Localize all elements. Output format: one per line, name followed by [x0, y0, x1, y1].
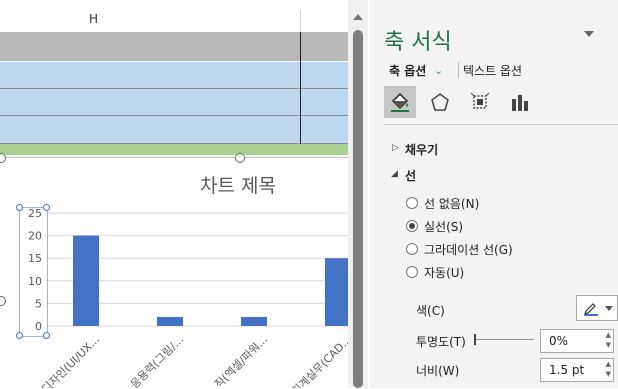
spin-down-icon[interactable]: ▼ — [606, 341, 611, 349]
spin-up-icon[interactable]: ▲ — [606, 331, 611, 339]
radio-button[interactable] — [406, 197, 418, 209]
collapse-right-icon[interactable]: ▷ — [392, 143, 399, 153]
label-transparency: 투명도(T) — [416, 335, 466, 349]
sheet-row-blue-1[interactable] — [0, 62, 348, 89]
paint-bucket-icon — [391, 92, 409, 112]
x-tick-label: 응용력(그림/... — [128, 333, 186, 388]
x-tick-label: (회계실무(CAD... — [286, 333, 348, 388]
spin-up-icon[interactable]: ▲ — [606, 360, 611, 368]
radio-gradient-line[interactable]: 그라데이션 선(G) — [406, 240, 513, 258]
bar[interactable] — [325, 258, 348, 326]
dropdown-arrow-icon — [605, 306, 613, 311]
bar-chart-icon — [512, 95, 528, 111]
bar[interactable] — [73, 235, 99, 326]
outline-color-button[interactable] — [576, 295, 618, 321]
radio-label: 자동(U) — [424, 265, 465, 280]
spin-down-icon[interactable]: ▼ — [606, 370, 611, 378]
axis-handle-br[interactable] — [43, 332, 50, 339]
section-fill[interactable]: 채우기 — [405, 141, 438, 158]
chart-resize-handle-top[interactable] — [235, 153, 245, 163]
radio-solid-line[interactable]: 실선(S) — [406, 217, 463, 235]
column-separator — [300, 10, 301, 32]
effects-tab[interactable] — [424, 86, 456, 118]
radio-button-checked[interactable] — [406, 220, 418, 232]
chevron-down-icon[interactable]: ⌄ — [434, 64, 443, 77]
axis-options-tab[interactable] — [504, 86, 536, 118]
transparency-input[interactable]: 0% ▲ ▼ — [540, 329, 614, 353]
tab-axis-options[interactable]: 축 옵션 — [389, 62, 426, 79]
vertical-axis-selection[interactable] — [19, 207, 48, 337]
x-axis-labels: 디자인(UI/UX... 응용력(그림/... 직(엑셀/파워... (회계실무(CA… — [39, 333, 348, 388]
pentagon-icon — [431, 93, 449, 111]
cell-border-line — [300, 32, 301, 154]
radio-no-line[interactable]: 선 없음(N) — [406, 194, 479, 212]
label-color: 색(C) — [416, 304, 445, 318]
x-tick-label: 직(엑셀/파워... — [212, 333, 270, 388]
pane-title: 축 서식 — [384, 30, 452, 55]
transparency-slider-track[interactable] — [474, 339, 534, 340]
pane-options-chevron-icon[interactable] — [584, 31, 594, 37]
sheet-row-blue-3[interactable] — [0, 116, 348, 144]
column-header-h[interactable]: H — [89, 12, 98, 26]
width-input[interactable]: 1.5 pt ▲ ▼ — [540, 358, 614, 382]
axis-handle-tl[interactable] — [16, 204, 23, 211]
radio-button[interactable] — [406, 266, 418, 278]
pen-color-icon — [584, 303, 598, 316]
label-width: 너비(W) — [416, 364, 460, 378]
bar[interactable] — [157, 316, 183, 326]
axis-handle-bl[interactable] — [16, 332, 23, 339]
scroll-thumb[interactable] — [353, 30, 363, 388]
bar[interactable] — [241, 316, 267, 326]
sheet-row-blue-2[interactable] — [0, 89, 348, 116]
tab-separator — [458, 62, 459, 78]
tab-text-options[interactable]: 텍스트 옵션 — [463, 62, 522, 79]
radio-label: 그라데이션 선(G) — [424, 242, 513, 257]
size-properties-tab[interactable] — [464, 86, 496, 118]
radio-auto[interactable]: 자동(U) — [406, 263, 464, 281]
column-header-bar: H — [0, 0, 348, 33]
bar-chart[interactable]: 0510152025 디자인(UI/UX... 응용력(그림/... 직(엑셀/파워… — [0, 200, 348, 388]
chart-title[interactable]: 차트 제목 — [200, 171, 276, 198]
transparency-value: 0% — [549, 334, 569, 348]
size-properties-icon — [470, 92, 490, 109]
width-value: 1.5 pt — [549, 363, 585, 377]
sheet-row-gray[interactable] — [0, 32, 348, 61]
pane-divider — [384, 124, 618, 125]
radio-button[interactable] — [406, 243, 418, 255]
scroll-up-arrow-icon[interactable] — [353, 14, 363, 20]
section-line[interactable]: 선 — [405, 167, 416, 184]
axis-handle-tr[interactable] — [43, 204, 50, 211]
expand-down-icon[interactable]: ◢ — [391, 169, 398, 179]
transparency-slider-thumb[interactable] — [474, 334, 476, 345]
radio-label: 실선(S) — [424, 219, 464, 234]
sheet-row-green[interactable] — [0, 144, 348, 155]
x-tick-label: 디자인(UI/UX... — [39, 333, 102, 388]
fill-line-tab[interactable] — [384, 86, 416, 118]
radio-label: 선 없음(N) — [424, 196, 480, 211]
vertical-scrollbar[interactable] — [348, 0, 368, 388]
